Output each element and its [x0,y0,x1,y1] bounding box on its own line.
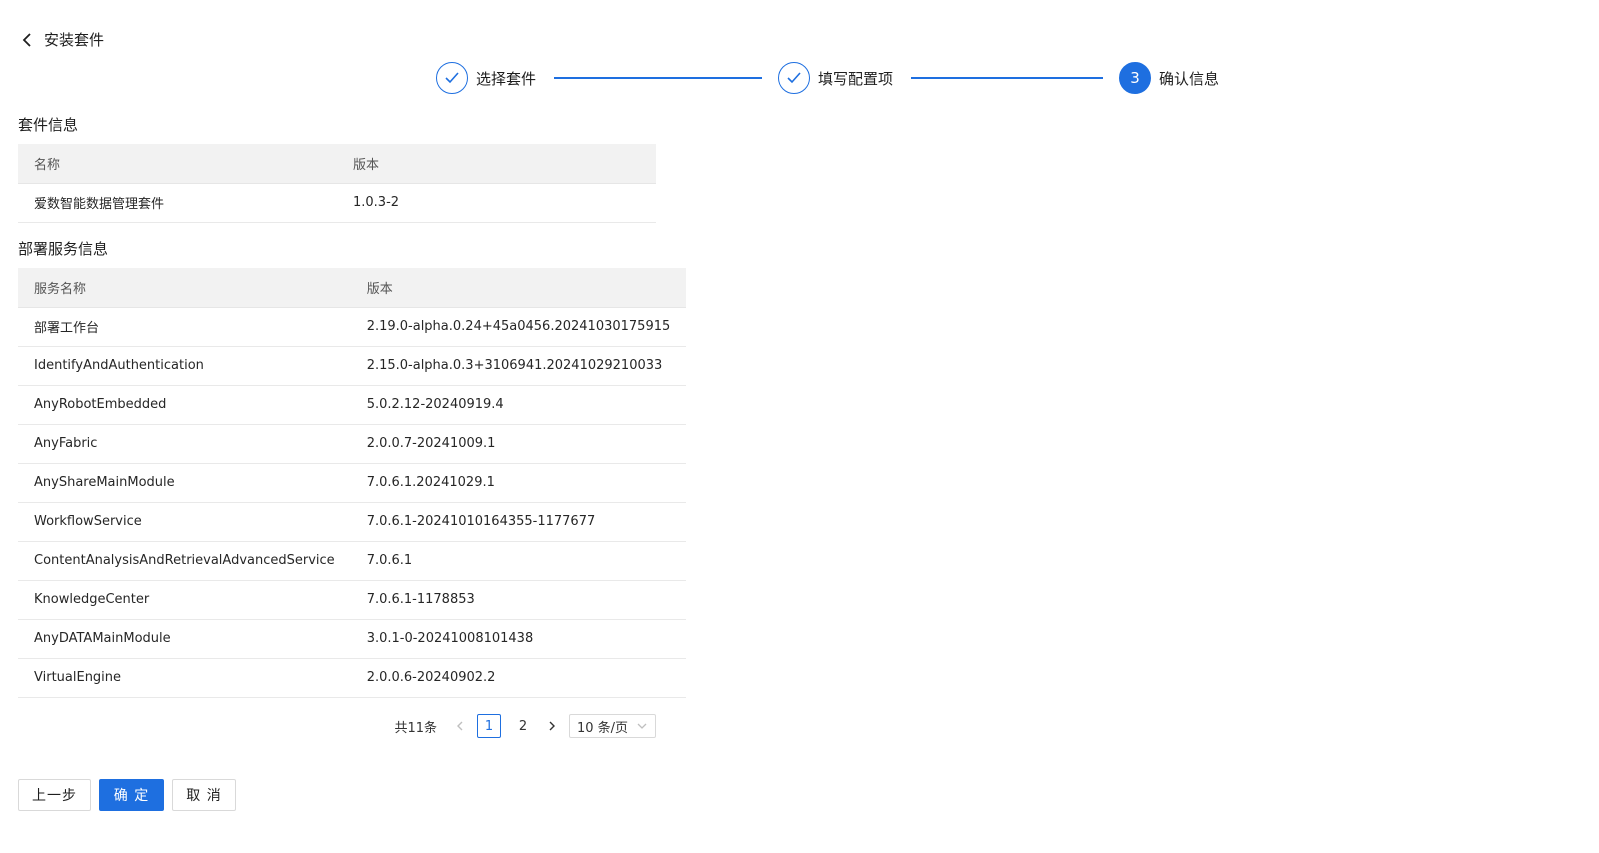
service-name-cell: AnyRobotEmbedded [18,385,351,425]
pagination-total: 共11条 [394,720,437,736]
step-fill-config: 填写配置项 [778,60,893,96]
service-version-cell: 2.0.0.7-20241009.1 [350,424,687,464]
suite-version-cell: 1.0.3-2 [337,183,656,223]
service-version-cell: 5.0.2.12-20240919.4 [350,385,687,425]
table-row: KnowledgeCenter 7.0.6.1-1178853 [18,580,687,620]
table-row: AnyDATAMainModule 3.0.1-0-20241008101438 [18,619,687,659]
table-row: AnyRobotEmbedded 5.0.2.12-20240919.4 [18,385,687,425]
check-icon [778,62,810,94]
chevron-down-icon [637,723,647,729]
service-name-cell: VirtualEngine [18,658,351,698]
table-row: 爱数智能数据管理套件 1.0.3-2 [18,183,656,223]
page-2-button[interactable]: 2 [511,714,535,738]
back-link[interactable]: 安装套件 [18,28,104,52]
prev-step-button[interactable]: 上一步 [18,779,91,811]
chevron-left-icon [457,721,463,731]
service-name-cell: 部署工作台 [18,307,351,347]
table-row: WorkflowService 7.0.6.1-20241010164355-11… [18,502,687,542]
step-connector [554,77,762,79]
table-row: IdentifyAndAuthentication 2.15.0-alpha.0.… [18,346,687,386]
table-row: AnyFabric 2.0.0.7-20241009.1 [18,424,687,464]
step-confirm-info: 3 确认信息 [1119,60,1219,96]
service-name-cell: KnowledgeCenter [18,580,351,620]
check-icon [436,62,468,94]
column-header-version: 版本 [337,144,656,184]
step-label: 填写配置项 [818,69,894,88]
service-name-cell: AnyShareMainModule [18,463,351,503]
service-version-cell: 2.15.0-alpha.0.3+3106941.20241029210033 [350,346,687,386]
service-table: 服务名称 版本 部署工作台 2.19.0-alpha.0.24+45a0456.2… [18,268,687,698]
prev-page-button[interactable] [453,714,467,738]
service-version-cell: 2.19.0-alpha.0.24+45a0456.20241030175915 [350,307,687,347]
column-header-name: 名称 [18,144,337,184]
table-row: AnyShareMainModule 7.0.6.1.20241029.1 [18,463,687,503]
confirm-button[interactable]: 确 定 [99,779,164,811]
service-name-cell: ContentAnalysisAndRetrievalAdvancedServi… [18,541,351,581]
table-header-row: 服务名称 版本 [18,268,687,308]
service-name-cell: WorkflowService [18,502,351,542]
step-select-suite: 选择套件 [436,60,536,96]
service-version-cell: 7.0.6.1-1178853 [350,580,687,620]
service-version-cell: 7.0.6.1 [350,541,687,581]
suite-name-cell: 爱数智能数据管理套件 [18,183,337,223]
service-name-cell: IdentifyAndAuthentication [18,346,351,386]
service-name-cell: AnyDATAMainModule [18,619,351,659]
chevron-right-icon [549,721,555,731]
service-section-title: 部署服务信息 [18,240,109,258]
step-number-badge: 3 [1119,62,1151,94]
page-size-value: 10 条/页 [577,720,629,736]
step-label: 确认信息 [1159,69,1220,88]
step-label: 选择套件 [476,69,537,88]
install-suite-page: 安装套件 选择套件 填写配置项 3 确认信息 套件信息 名称 版本 爱数智能数据… [0,0,1599,853]
service-name-cell: AnyFabric [18,424,351,464]
table-row: 部署工作台 2.19.0-alpha.0.24+45a0456.202410301… [18,307,687,347]
column-header-version: 版本 [350,268,687,308]
service-version-cell: 3.0.1-0-20241008101438 [350,619,687,659]
chevron-left-icon [22,33,31,47]
step-connector [911,77,1103,79]
suite-table: 名称 版本 爱数智能数据管理套件 1.0.3-2 [18,144,656,223]
cancel-button[interactable]: 取 消 [172,779,236,811]
pagination: 共11条 1 2 10 条/页 [394,714,656,738]
table-header-row: 名称 版本 [18,144,656,184]
table-row: VirtualEngine 2.0.0.6-20240902.2 [18,658,687,698]
page-1-button[interactable]: 1 [477,714,501,738]
steps-bar: 选择套件 填写配置项 3 确认信息 [0,60,1599,96]
service-version-cell: 7.0.6.1.20241029.1 [350,463,687,503]
page-title: 安装套件 [44,31,105,49]
suite-section-title: 套件信息 [18,116,79,134]
page-size-select[interactable]: 10 条/页 [569,714,656,738]
service-version-cell: 7.0.6.1-20241010164355-1177677 [350,502,687,542]
next-page-button[interactable] [545,714,559,738]
service-version-cell: 2.0.0.6-20240902.2 [350,658,687,698]
column-header-service-name: 服务名称 [18,268,351,308]
table-row: ContentAnalysisAndRetrievalAdvancedServi… [18,541,687,581]
